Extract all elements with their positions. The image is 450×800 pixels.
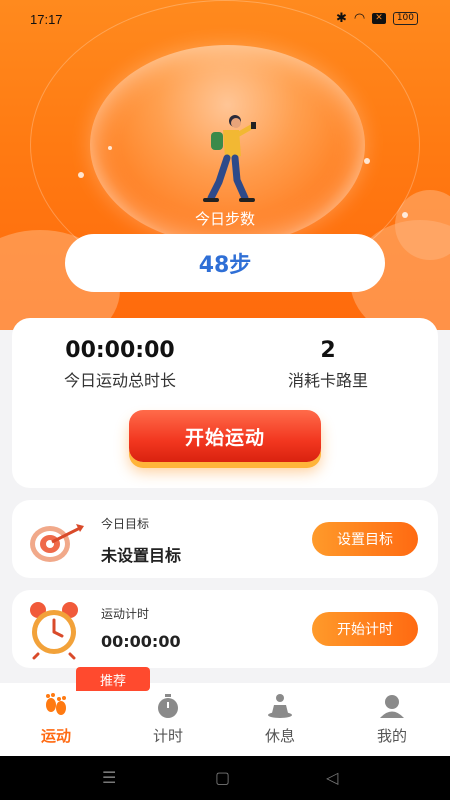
daily-goal-card: 今日目标 未设置目标 设置目标	[12, 500, 438, 578]
tab-profile-label: 我的	[376, 727, 407, 745]
goal-value: 未设置目标	[101, 546, 182, 565]
steps-value-pill: 48步	[65, 234, 385, 292]
set-goal-button[interactable]: 设置目标	[312, 522, 418, 556]
tab-exercise[interactable]: 运动	[0, 693, 112, 746]
tab-profile[interactable]: 我的	[336, 693, 448, 746]
wifi-icon: ◠	[353, 11, 366, 26]
battery-icon: 100	[392, 12, 418, 25]
tab-exercise-label: 运动	[40, 727, 71, 745]
back-icon[interactable]: ◁	[326, 768, 338, 787]
duration-stat: 00:00:00 今日运动总时长	[20, 338, 220, 391]
calories-label: 消耗卡路里	[287, 371, 368, 390]
goal-title: 今日目标	[101, 517, 150, 531]
tab-rest[interactable]: 休息	[224, 693, 336, 746]
x-icon: ✕	[372, 13, 386, 24]
exercise-timer-card: 运动计时 00:00:00 开始计时	[12, 590, 438, 668]
start-timer-button[interactable]: 开始计时	[312, 612, 418, 646]
tab-rest-label: 休息	[264, 727, 295, 745]
tab-timer[interactable]: 计时	[112, 693, 224, 746]
duration-value: 00:00:00	[65, 338, 175, 363]
timer-value: 00:00:00	[101, 632, 181, 651]
bluetooth-icon: ✱	[336, 11, 347, 26]
meditation-icon	[268, 694, 292, 718]
stopwatch-icon	[158, 694, 178, 718]
activity-summary-card: 00:00:00 今日运动总时长 2 消耗卡路里 开始运动	[12, 318, 438, 488]
calories-value: 2	[320, 338, 336, 363]
footprints-icon	[46, 693, 66, 715]
menu-icon[interactable]: ☰	[102, 768, 116, 787]
alarm-clock-icon	[30, 602, 78, 660]
walking-person-icon	[203, 115, 256, 202]
status-bar: 17:17 ✱ ◠ ✕ 100	[0, 0, 450, 40]
target-icon	[30, 524, 84, 562]
status-time: 17:17	[30, 12, 63, 27]
duration-label: 今日运动总时长	[63, 371, 176, 390]
profile-icon	[380, 695, 404, 718]
steps-label: 今日步数	[194, 210, 255, 228]
system-navigation-bar: ☰ ▢ ◁	[0, 756, 450, 800]
tab-timer-label: 计时	[152, 727, 183, 745]
start-exercise-button[interactable]: 开始运动	[129, 410, 321, 462]
recommend-badge: 推荐	[76, 667, 150, 691]
steps-value: 48步	[198, 253, 252, 278]
home-icon[interactable]: ▢	[215, 768, 230, 787]
calories-stat: 2 消耗卡路里	[228, 338, 428, 391]
timer-title: 运动计时	[101, 607, 150, 621]
bottom-tab-bar: 运动 计时 休息 我的	[0, 683, 450, 756]
